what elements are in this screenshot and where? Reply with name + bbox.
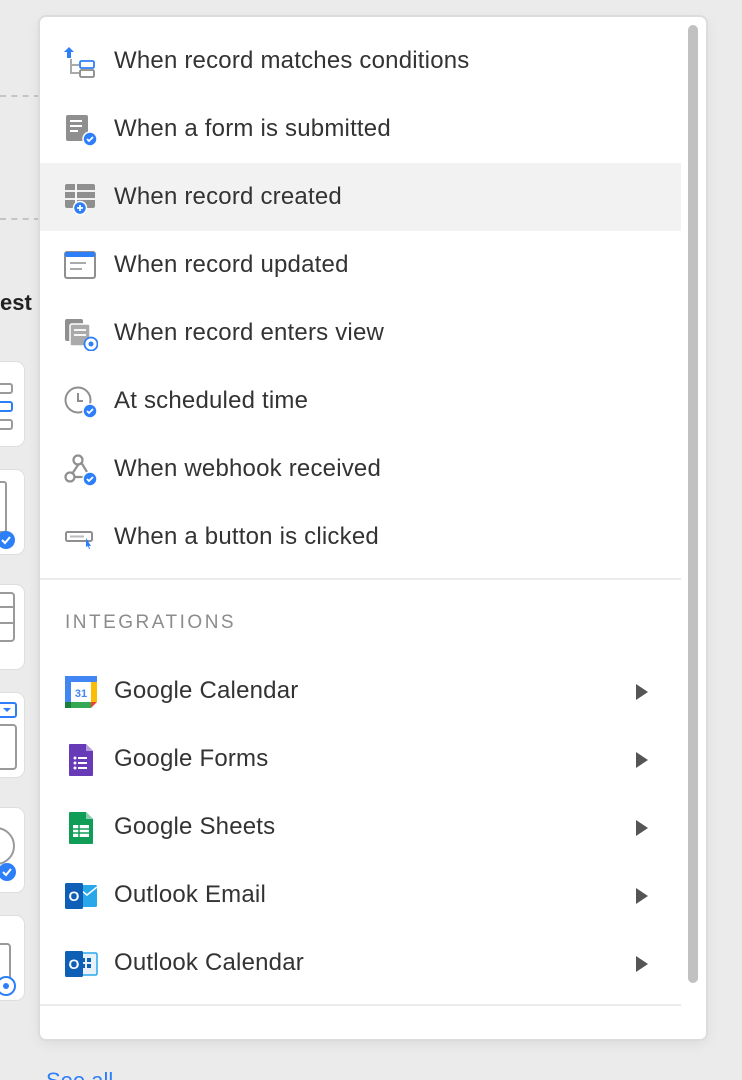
table-icon (0, 592, 15, 642)
menu-item-scheduled-time[interactable]: At scheduled time (40, 367, 681, 435)
menu-item-record-created[interactable]: When record created (40, 163, 681, 231)
outlook-calendar-icon: O (65, 951, 98, 977)
eye-icon (0, 943, 16, 996)
conditions-icon (0, 383, 13, 430)
menu-item-label: When a form is submitted (114, 115, 391, 142)
chevron-right-icon (636, 684, 648, 700)
dropdown-scrollbar[interactable] (688, 25, 698, 983)
background-card[interactable] (0, 808, 24, 892)
menu-item-record-enters-view[interactable]: When record enters view (40, 299, 681, 367)
integrations-header: INTEGRATIONS (65, 612, 237, 633)
background-card[interactable] (0, 362, 24, 446)
form-submitted-icon (66, 115, 98, 147)
integration-google-calendar[interactable]: 31 Google Calendar (40, 657, 681, 725)
background-dashed-line (0, 218, 40, 220)
section-divider (40, 1004, 681, 1006)
background-card[interactable] (0, 693, 24, 777)
trigger-dropdown: When record matches conditions When a fo… (40, 17, 706, 1039)
menu-item-form-submitted[interactable]: When a form is submitted (40, 95, 681, 163)
integration-label: Google Calendar (114, 677, 299, 704)
calendar-day: 31 (75, 688, 87, 700)
menu-item-button-clicked[interactable]: When a button is clicked (40, 503, 681, 571)
record-enters-view-icon (65, 319, 98, 351)
clock-icon (0, 827, 16, 881)
google-forms-icon (69, 744, 93, 776)
button-clicked-icon (65, 531, 93, 549)
menu-item-record-matches-conditions[interactable]: When record matches conditions (40, 27, 681, 95)
menu-item-label: When record created (114, 183, 342, 210)
integration-outlook-email[interactable]: O Outlook Email (40, 861, 681, 929)
google-calendar-icon: 31 (65, 676, 97, 708)
integration-outlook-calendar[interactable]: O Outlook Calendar (40, 929, 681, 997)
view-icon (0, 702, 17, 770)
background-heading: est (0, 290, 32, 315)
menu-item-label: At scheduled time (114, 387, 309, 414)
google-sheets-icon (69, 812, 93, 844)
menu-item-label: When record matches conditions (114, 47, 470, 74)
chevron-right-icon (636, 820, 648, 836)
outlook-letter: O (69, 888, 80, 904)
record-updated-icon (64, 251, 96, 279)
integration-label: Google Sheets (114, 813, 276, 840)
conditions-icon (64, 47, 95, 78)
integration-google-sheets[interactable]: Google Sheets (40, 793, 681, 861)
integration-google-forms[interactable]: Google Forms (40, 725, 681, 793)
background-card[interactable] (0, 470, 24, 554)
form-icon (0, 481, 15, 549)
integration-label: Google Forms (114, 745, 269, 772)
integration-label: Outlook Email (114, 881, 266, 908)
menu-item-label: When record enters view (114, 319, 385, 346)
menu-item-label: When a button is clicked (114, 523, 379, 550)
see-all-link[interactable]: See all (46, 1068, 113, 1080)
clock-icon (64, 386, 98, 419)
chevron-right-icon (636, 888, 648, 904)
integration-label: Outlook Calendar (114, 949, 304, 976)
section-divider (40, 578, 681, 580)
chevron-right-icon (636, 752, 648, 768)
chevron-right-icon (636, 956, 648, 972)
menu-item-webhook-received[interactable]: When webhook received (40, 435, 681, 503)
background-card[interactable] (0, 916, 24, 1000)
record-created-icon (65, 184, 95, 215)
webhook-icon (64, 454, 98, 487)
menu-item-label: When record updated (114, 251, 349, 278)
menu-item-record-updated[interactable]: When record updated (40, 231, 681, 299)
menu-item-label: When webhook received (114, 455, 382, 482)
outlook-email-icon: O (65, 883, 98, 909)
app-root: est When record matches conditions When … (0, 0, 742, 1080)
outlook-letter: O (69, 956, 80, 972)
background-dashed-line (0, 95, 40, 97)
background-card[interactable] (0, 585, 24, 669)
